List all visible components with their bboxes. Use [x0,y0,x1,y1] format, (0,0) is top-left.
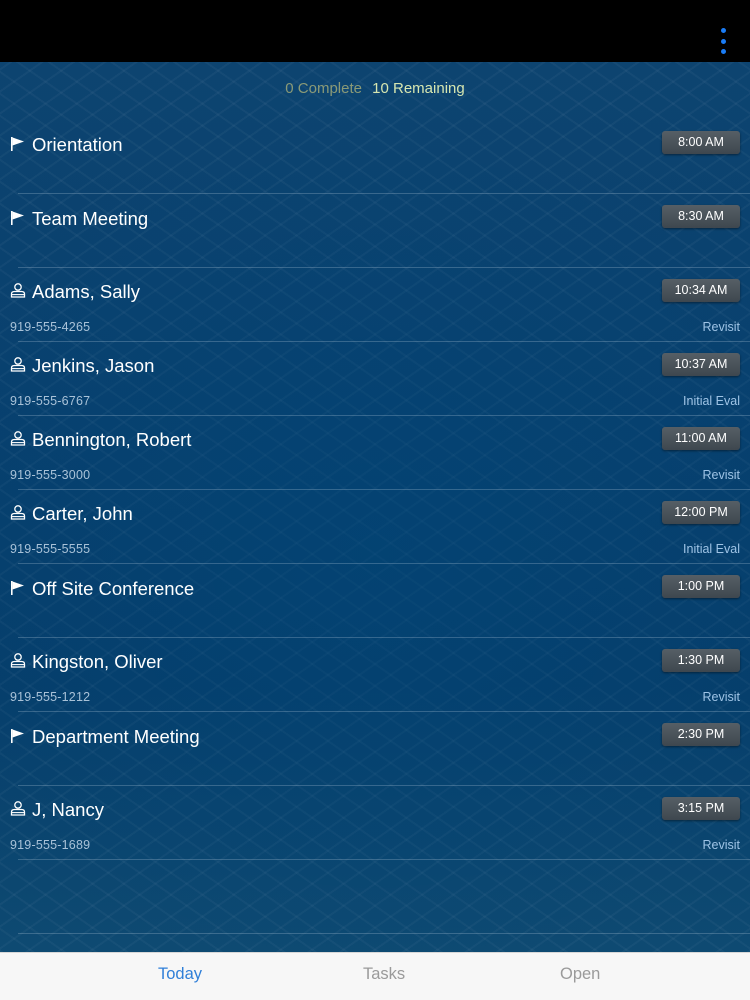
patient-name: Carter, John [32,503,133,524]
empty-row [18,860,750,934]
flag-icon [10,580,26,596]
patient-phone: 919-555-4265 [10,320,91,334]
schedule-content: 0 Complete 10 Remaining Orientation 8:00… [0,62,750,952]
complete-count: 0 Complete [285,80,362,97]
person-icon [10,430,26,446]
patient-phone: 919-555-3000 [10,468,91,482]
time-badge: 11:00 AM [662,427,740,450]
visit-type: Revisit [702,690,740,704]
appointment-row[interactable]: Bennington, Robert 919-555-3000 11:00 AM… [10,416,750,490]
appointment-list: Orientation 8:00 AM Team Meeting 8:30 AM… [0,120,750,934]
tab-today[interactable]: Today [158,965,202,984]
patient-name: Adams, Sally [32,281,140,302]
person-icon [10,800,26,816]
appointment-row[interactable]: J, Nancy 919-555-1689 3:15 PM Revisit [10,786,750,860]
remaining-count: 10 Remaining [372,80,465,97]
person-icon [10,282,26,298]
appointment-title: Off Site Conference [32,578,195,599]
visit-type: Initial Eval [683,394,740,408]
appointment-row[interactable]: Jenkins, Jason 919-555-6767 10:37 AM Ini… [10,342,750,416]
appointment-row[interactable]: Department Meeting 2:30 PM [11,712,750,786]
time-badge: 2:30 PM [662,723,740,746]
appointment-title: Department Meeting [32,726,200,747]
tab-tasks[interactable]: Tasks [363,965,405,984]
patient-phone: 919-555-1689 [10,838,91,852]
patient-phone: 919-555-5555 [10,542,91,556]
menu-dot [720,28,726,33]
appointment-title: Team Meeting [32,208,149,229]
progress-summary: 0 Complete 10 Remaining [0,80,750,97]
visit-type: Revisit [702,838,740,852]
appointment-row[interactable]: Kingston, Oliver 919-555-1212 1:30 PM Re… [10,638,750,712]
patient-name: J, Nancy [32,799,104,820]
time-badge: 12:00 PM [662,501,740,524]
flag-icon [10,210,26,226]
time-badge: 1:30 PM [662,649,740,672]
patient-phone: 919-555-1212 [10,690,91,704]
tab-bar: Today Tasks Open [0,952,750,1000]
patient-name: Jenkins, Jason [32,355,155,376]
menu-dot [720,38,726,44]
time-badge: 10:37 AM [662,353,740,376]
appointment-title: Orientation [32,134,123,155]
person-icon [10,652,26,668]
time-badge: 8:30 AM [662,205,740,228]
tab-open[interactable]: Open [560,965,600,984]
menu-dot [720,49,726,54]
person-icon [10,356,26,372]
patient-name: Kingston, Oliver [32,651,163,672]
time-badge: 10:34 AM [662,279,740,302]
flag-icon [10,728,26,744]
patient-phone: 919-555-6767 [10,394,91,408]
visit-type: Revisit [702,320,740,334]
appointment-row[interactable]: Orientation 8:00 AM [11,120,750,194]
appointment-row[interactable]: Carter, John 919-555-5555 12:00 PM Initi… [10,490,750,564]
time-badge: 3:15 PM [662,797,740,820]
visit-type: Initial Eval [683,542,740,556]
patient-name: Bennington, Robert [32,429,192,450]
appointment-row[interactable]: Team Meeting 8:30 AM [11,194,750,268]
visit-type: Revisit [702,468,740,482]
flag-icon [10,136,26,152]
time-badge: 1:00 PM [662,575,740,598]
appointment-row[interactable]: Off Site Conference 1:00 PM [11,564,750,638]
time-badge: 8:00 AM [662,131,740,154]
person-icon [10,504,26,520]
top-bar [0,0,750,62]
appointment-row[interactable]: Adams, Sally 919-555-4265 10:34 AM Revis… [10,268,750,342]
more-options-icon[interactable] [720,28,726,54]
